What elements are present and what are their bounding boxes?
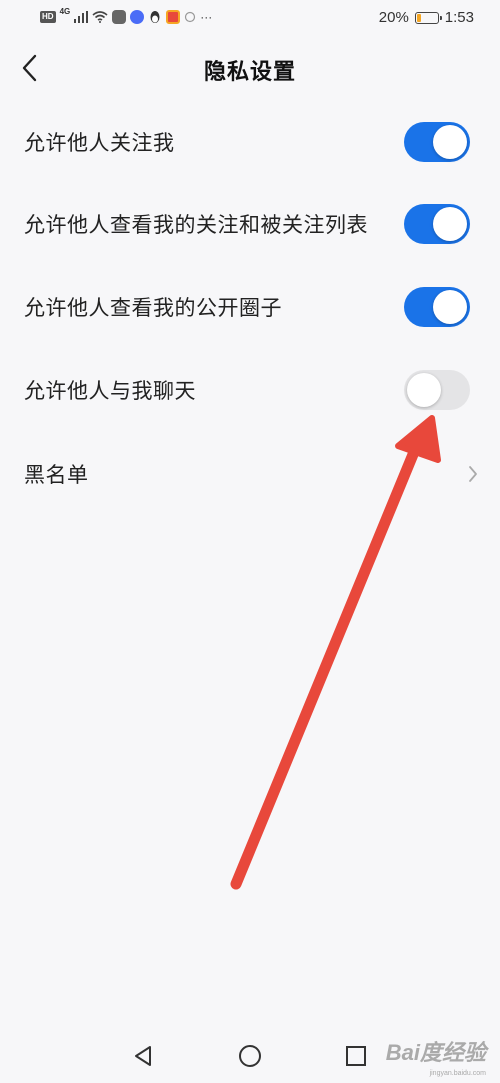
nav-home-button[interactable] <box>236 1042 264 1070</box>
app-notification-icon <box>112 10 127 24</box>
allow-view-circles-toggle[interactable] <box>404 287 470 327</box>
toggle-knob <box>407 373 441 407</box>
square-recent-icon <box>346 1046 366 1066</box>
more-indicator: ··· <box>200 10 213 24</box>
status-icons-right: 20% 1:53 <box>379 9 474 26</box>
setting-label: 允许他人查看我的关注和被关注列表 <box>24 213 368 237</box>
header: 隐私设置 <box>0 40 500 98</box>
circle-home-icon <box>239 1045 261 1067</box>
wifi-icon <box>92 11 108 23</box>
chevron-right-icon <box>469 466 477 482</box>
toggle-knob <box>433 207 467 241</box>
watermark-url: jingyan.baidu.com <box>429 1070 486 1077</box>
toggle-knob <box>433 125 467 159</box>
qq-penguin-icon <box>150 11 160 23</box>
setting-row-allow-view-follow-list: 允许他人查看我的关注和被关注列表 <box>0 194 500 254</box>
setting-label: 允许他人关注我 <box>24 131 175 155</box>
setting-row-allow-follow: 允许他人关注我 <box>0 112 500 172</box>
status-icons-left: HD 4G ··· <box>40 6 213 24</box>
blacklist-label: 黑名单 <box>24 463 89 487</box>
nav-recent-button[interactable] <box>342 1042 370 1070</box>
circle-status-icon <box>185 11 196 23</box>
status-bar: HD 4G ··· 20% 1:53 <box>0 0 500 38</box>
allow-chat-toggle[interactable] <box>404 370 470 410</box>
signal-icon <box>74 11 89 23</box>
page-title: 隐私设置 <box>203 60 296 85</box>
nav-back-button[interactable] <box>130 1042 158 1070</box>
setting-row-allow-view-circles: 允许他人查看我的公开圈子 <box>0 277 500 337</box>
network-type: 4G <box>59 6 71 16</box>
setting-label: 允许他人查看我的公开圈子 <box>24 296 282 320</box>
battery-icon <box>414 11 442 24</box>
setting-row-allow-chat: 允许他人与我聊天 <box>0 360 500 420</box>
clock: 1:53 <box>444 9 474 26</box>
hd-badge: HD <box>40 11 56 23</box>
watermark: Bai度经验 jingyan.baidu.com <box>385 1035 486 1077</box>
allow-view-follow-list-toggle[interactable] <box>404 204 470 244</box>
battery-percent: 20% <box>378 9 409 26</box>
setting-label: 允许他人与我聊天 <box>24 379 196 403</box>
toggle-knob <box>433 290 467 324</box>
battery-fill <box>416 13 421 22</box>
app-red-icon <box>166 10 181 24</box>
watermark-text: Bai度经验 <box>385 1040 486 1065</box>
blacklist-row[interactable]: 黑名单 <box>0 444 500 504</box>
triangle-back-icon <box>135 1046 151 1066</box>
music-app-icon <box>130 10 145 24</box>
allow-follow-toggle[interactable] <box>404 122 470 162</box>
